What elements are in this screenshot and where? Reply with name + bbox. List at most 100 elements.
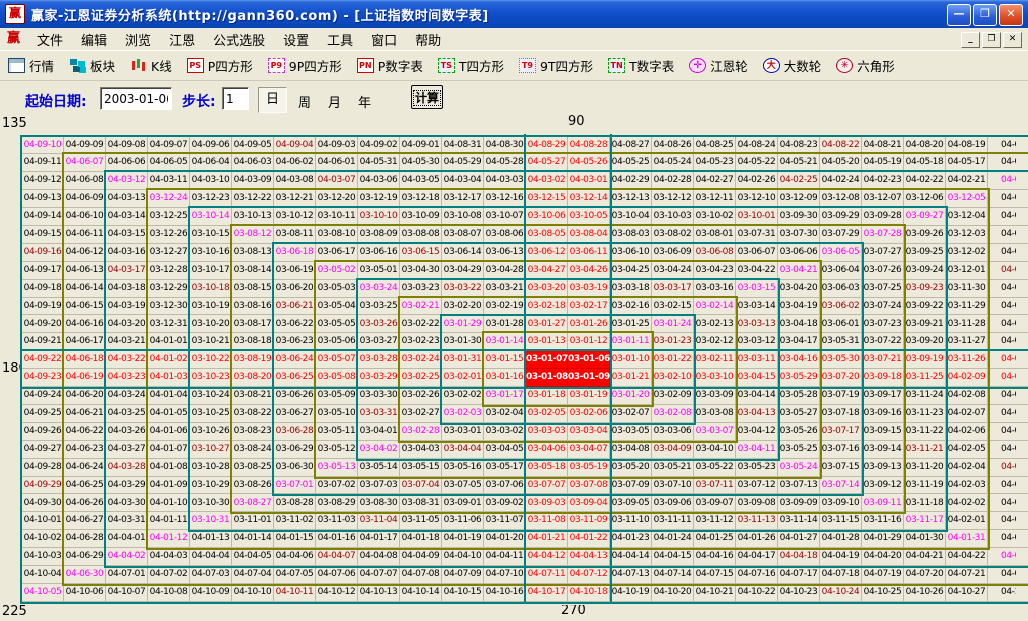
menu-item-6[interactable]: 工具: [318, 32, 362, 51]
date-cell: 03-02-16: [610, 298, 652, 316]
calculate-button[interactable]: 计算: [411, 85, 443, 109]
date-cell: 03-08-03: [610, 226, 652, 244]
toolbar-item[interactable]: T99T四方形: [519, 56, 593, 75]
date-cell: 03-05-21: [652, 459, 694, 477]
date-cell: 03-02-25: [400, 369, 442, 387]
date-cell: 04-02-04: [946, 459, 988, 477]
date-cell: 03-05-29: [778, 369, 820, 387]
date-cell: 04-10-19: [610, 584, 652, 602]
unit-year-button[interactable]: 年: [358, 92, 371, 111]
date-cell: 03-02-12: [694, 333, 736, 351]
date-cell: 03-12-15: [526, 190, 568, 208]
date-cell: 04-06-03: [232, 154, 274, 172]
date-cell: 03-04-15: [736, 369, 778, 387]
toolbar-item[interactable]: TNT数字表: [608, 56, 674, 75]
toolbar-item[interactable]: PSP四方形: [187, 56, 253, 75]
toolbar-item[interactable]: ✳六角形: [836, 56, 895, 75]
date-cell: 03-07-06: [484, 477, 526, 495]
date-cell: 04-08-29: [526, 137, 568, 155]
date-cell: 03-06-19: [274, 262, 316, 280]
unit-month-button[interactable]: 月: [328, 92, 341, 111]
date-cell: 04-09-21: [22, 333, 64, 351]
menu-item-3[interactable]: 江恩: [160, 32, 204, 51]
date-cell: 04-09-19: [22, 298, 64, 316]
date-cell: 03-09-16: [862, 405, 904, 423]
menu-item-8[interactable]: 帮助: [406, 32, 450, 51]
window-restore-button[interactable]: ❐: [973, 4, 997, 26]
date-cell: 03-06-21: [274, 298, 316, 316]
date-cell: 03-04-12: [736, 423, 778, 441]
child-restore-button[interactable]: ❐: [982, 32, 1001, 48]
date-cell: 03-04-16: [778, 351, 820, 369]
date-cell: 04-03-08: [274, 172, 316, 190]
date-cell: 03-12-19: [358, 190, 400, 208]
unit-week-button[interactable]: 周: [298, 92, 311, 111]
start-date-input[interactable]: [100, 87, 172, 110]
date-cell: 04-09-06: [190, 137, 232, 155]
date-cell: 03-08-17: [232, 316, 274, 334]
child-minimize-button[interactable]: _: [961, 32, 980, 48]
date-cell: 04-03-16: [106, 244, 148, 262]
date-cell: 04-01-23: [610, 530, 652, 548]
unit-day-button[interactable]: 日: [258, 87, 287, 113]
menu-item-4[interactable]: 公式选股: [204, 32, 274, 51]
date-cell: 04-01-01: [148, 333, 190, 351]
date-cell: 03-01-18: [526, 387, 568, 405]
date-cell: 03-06-22: [274, 316, 316, 334]
date-cell: 03-07-03: [358, 477, 400, 495]
date-cell: 03-12-24: [148, 190, 190, 208]
menu-item-2[interactable]: 浏览: [116, 32, 160, 51]
toolbar-item[interactable]: 行情: [8, 56, 54, 75]
date-cell: 03-05-09: [316, 387, 358, 405]
date-cell: 03-07-13: [778, 477, 820, 495]
date-cell: 04-04-11: [484, 548, 526, 566]
toolbar-item[interactable]: ✛江恩轮: [689, 56, 748, 75]
date-cell: 03-12-13: [610, 190, 652, 208]
toolbar-item[interactable]: TST四方形: [438, 56, 504, 75]
date-cell: 04-01-26: [736, 530, 778, 548]
date-cell: 04-02-21: [946, 172, 988, 190]
date-cell: 03-01-30: [442, 333, 484, 351]
toolbar-item-label: P数字表: [378, 56, 423, 75]
date-cell: 03-10-04: [610, 208, 652, 226]
toolbar-item[interactable]: PNP数字表: [357, 56, 423, 75]
date-cell: 04-09-14: [22, 208, 64, 226]
date-cell: 03-01-13: [526, 333, 568, 351]
gann-time-table: 04-09-1004-09-0904-09-0804-09-0704-09-06…: [20, 134, 1028, 605]
date-cell: 03-06-04: [820, 262, 862, 280]
date-cell: 03-02-21: [400, 298, 442, 316]
date-cell: 03-09-18: [862, 369, 904, 387]
menu-item-5[interactable]: 设置: [274, 32, 318, 51]
date-cell: 04-04-07: [316, 548, 358, 566]
date-cell: 04-07-06: [316, 566, 358, 584]
date-cell: 04-06-11: [64, 226, 106, 244]
date-cell: 03-08-31: [400, 495, 442, 513]
date-cell: 03-02-20: [442, 298, 484, 316]
date-cell: 03-08-01: [694, 226, 736, 244]
window-minimize-button[interactable]: —: [947, 4, 971, 26]
toolbar-item[interactable]: P99P四方形: [268, 56, 342, 75]
date-cell: 03-09-26: [904, 226, 946, 244]
date-cell: 03-09-10: [820, 495, 862, 513]
menu-item-1[interactable]: 编辑: [72, 32, 116, 51]
date-cell: 03-10-05: [568, 208, 610, 226]
date-cell: 03-02-06: [568, 405, 610, 423]
menu-item-0[interactable]: 文件: [28, 32, 72, 51]
toolbar-item[interactable]: K线: [130, 56, 172, 75]
date-cell: 03-01-22: [652, 351, 694, 369]
date-cell: 04-10-12: [316, 584, 358, 602]
date-cell: 04-03-01: [568, 172, 610, 190]
menu-item-7[interactable]: 窗口: [362, 32, 406, 51]
window-close-button[interactable]: ✕: [999, 4, 1023, 26]
toolbar-item[interactable]: 大大数轮: [763, 56, 822, 75]
date-cell: 03-08-07: [442, 226, 484, 244]
date-cell: 03-12-07: [862, 190, 904, 208]
date-cell: 03-06-27: [274, 405, 316, 423]
date-cell: 03-05-12: [316, 441, 358, 459]
child-close-button[interactable]: ✕: [1003, 32, 1022, 48]
date-cell: 04-06-08: [64, 172, 106, 190]
toolbar-item[interactable]: 板块: [69, 56, 115, 75]
date-cell: 03-07-12: [736, 477, 778, 495]
step-input[interactable]: [222, 87, 249, 110]
date-cell: 04-06-05: [148, 154, 190, 172]
